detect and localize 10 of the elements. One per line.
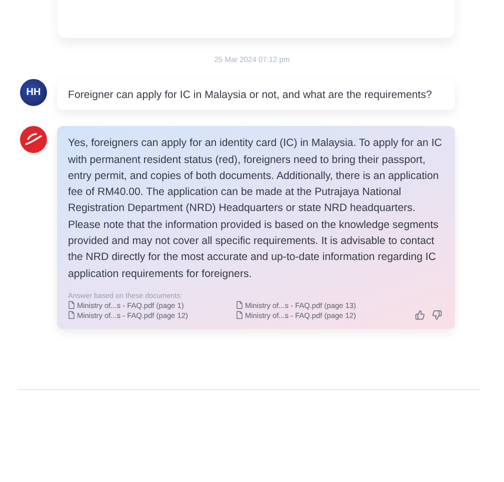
thumbs-up-icon[interactable]	[415, 310, 425, 320]
message-text: Foreigner can apply for IC in Malaysia or not, and what are the requirements?	[68, 88, 433, 103]
document-icon	[68, 301, 75, 310]
document-icon	[236, 301, 243, 310]
document-icon	[68, 311, 75, 320]
document-icon	[236, 311, 243, 320]
logo-icon	[20, 126, 47, 154]
user-avatar: HH	[20, 79, 47, 106]
thumbs-down-icon[interactable]	[432, 310, 442, 320]
message-text: Yes, foreigners can apply for an identity card (IC) in Malaysia. To apply for an IC with permanent resident status (red), foreigners need to bring their passport, entry permit, and copies of both documents. Additionally, there is an application fee of RM40.00. The application can be made at the Putrajaya National Registration Department (NRD) Headquarters or state NRD headquarters. Please note that the information provided is based on the knowledge segments provided and may not cover all specific requirements. It is advisable to contact the NRD directly for the most accurate and up-to-date information regarding IC application requirements for foreigners.	[68, 136, 443, 282]
